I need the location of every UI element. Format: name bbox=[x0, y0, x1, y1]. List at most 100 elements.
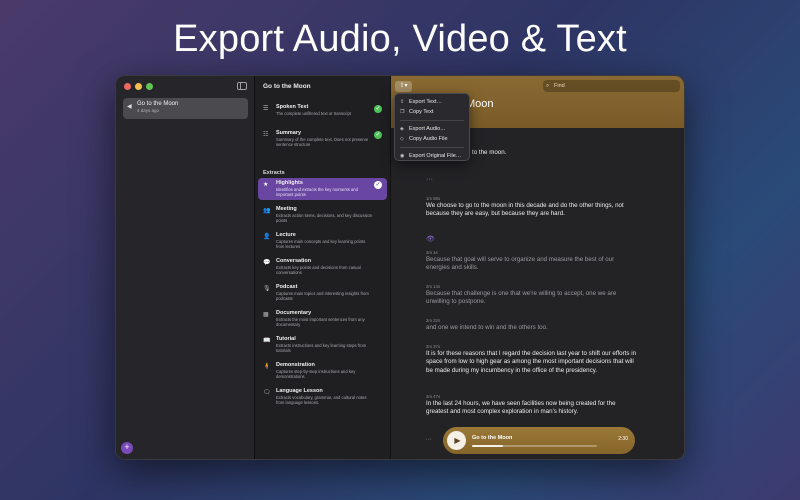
waveform-icon: ◀ bbox=[127, 104, 132, 110]
add-document-button[interactable]: + bbox=[121, 442, 133, 454]
find-placeholder: Find bbox=[554, 83, 565, 89]
microphone-icon: 🎙 bbox=[263, 286, 271, 292]
extract-name: Summary bbox=[276, 130, 302, 136]
extract-conversation[interactable]: 💬 Conversation Extracts key points and d… bbox=[258, 256, 387, 278]
zoom-window-button[interactable] bbox=[146, 83, 153, 90]
segment-text: It is for these reasons that I regard th… bbox=[426, 350, 637, 374]
waveform-icon: ◈ bbox=[400, 126, 404, 132]
people-icon: 👥 bbox=[263, 208, 271, 214]
extract-meeting[interactable]: 👥 Meeting Extracts action items, decisio… bbox=[258, 204, 387, 226]
window-controls bbox=[124, 83, 153, 90]
extract-documentary[interactable]: ▦ Documentary Extracts the most importan… bbox=[258, 308, 387, 330]
extract-lecture[interactable]: 👤 Lecture Captures main concepts and key… bbox=[258, 230, 387, 252]
menu-export-text[interactable]: ⇪ Export Text… bbox=[395, 97, 469, 107]
segment-timestamp: 1m 58s bbox=[426, 196, 441, 201]
segment-timestamp: 2m 22s bbox=[426, 318, 441, 323]
extracts-section-label: Extracts bbox=[263, 170, 285, 176]
extract-name: Meeting bbox=[276, 206, 297, 212]
find-input[interactable]: ⌕ Find bbox=[543, 80, 680, 92]
sidebar-toggle-icon[interactable] bbox=[237, 82, 247, 90]
documents-sidebar: ◀ Go to the Moon 4 days ago + bbox=[116, 76, 255, 459]
player-time: 2:30 bbox=[618, 436, 628, 442]
transcript-segment: 2m 14s Because that challenge is one tha… bbox=[426, 284, 638, 307]
segment-text: In the last 24 hours, we have seen facil… bbox=[426, 400, 616, 416]
extract-name: Conversation bbox=[276, 258, 312, 264]
minimize-window-button[interactable] bbox=[135, 83, 142, 90]
extract-demonstration[interactable]: 🧍 Demonstration Captures step-by-step in… bbox=[258, 360, 387, 382]
extract-highlights[interactable]: ★ Highlights Identifies and extracts the… bbox=[258, 178, 387, 200]
menu-label: Export Original File… bbox=[409, 153, 462, 159]
transcript-pane: ⇪▾ ⌕ Find Moon ⇪ Export Text… ❐ Copy Tex… bbox=[391, 76, 684, 459]
presenter-icon: 🧍 bbox=[263, 364, 271, 370]
extracts-panel: Go to the Moon ☰ Spoken Text The complet… bbox=[255, 76, 391, 459]
segment-timestamp: 2m 37s bbox=[426, 344, 441, 349]
extract-name: Podcast bbox=[276, 284, 298, 290]
transcript-segment: 2m 1s Because that goal will serve to or… bbox=[426, 250, 638, 273]
menu-label: Export Text… bbox=[409, 99, 442, 105]
extract-desc: Extracts key points and decisions from c… bbox=[276, 265, 361, 276]
extract-desc: Extracts instructions and key learning s… bbox=[276, 343, 367, 354]
extract-name: Spoken Text bbox=[276, 104, 309, 110]
segment-text: Because that goal will serve to organize… bbox=[426, 256, 615, 272]
segment-timestamp: 2m 1s bbox=[426, 250, 438, 255]
extract-desc: Captures step-by-step instructions and k… bbox=[276, 369, 356, 380]
extract-name: Demonstration bbox=[276, 362, 315, 368]
export-icon: ⇪ bbox=[400, 99, 405, 105]
menu-divider bbox=[400, 120, 464, 121]
extract-desc: Extracts action items, decisions, and ke… bbox=[276, 213, 373, 224]
more-ellipsis-icon[interactable]: ··· bbox=[426, 176, 433, 183]
extract-tutorial[interactable]: 📖 Tutorial Extracts instructions and key… bbox=[258, 334, 387, 356]
segment-timestamp: 2m 47s bbox=[426, 394, 441, 399]
segment-text: and one we intend to win and the others … bbox=[426, 324, 548, 331]
document-title: Go to the Moon bbox=[137, 101, 179, 107]
extract-name: Documentary bbox=[276, 310, 312, 316]
extract-desc: Captures main topics and interesting ins… bbox=[276, 291, 369, 302]
extract-name: Highlights bbox=[276, 180, 303, 186]
extract-language-lesson[interactable]: 🗨 Language Lesson Extracts vocabulary, g… bbox=[258, 386, 387, 408]
menu-label: Copy Text bbox=[409, 109, 434, 115]
checkmark-icon: ✓ bbox=[374, 131, 382, 139]
menu-export-audio[interactable]: ◈ Export Audio… bbox=[395, 124, 469, 134]
extract-podcast[interactable]: 🎙 Podcast Captures main topics and inter… bbox=[258, 282, 387, 304]
menu-export-original-file[interactable]: ◉ Export Original File… bbox=[395, 151, 469, 161]
transcript-segment: 2m 47s In the last 24 hours, we have see… bbox=[426, 394, 638, 417]
segment-timestamp: 2m 14s bbox=[426, 284, 441, 289]
checkmark-icon: ✓ bbox=[374, 105, 382, 113]
transcript-segment: 2m 22s and one we intend to win and the … bbox=[426, 318, 638, 332]
share-menu-button[interactable]: ⇪▾ bbox=[395, 81, 412, 92]
transcript-segment: 2m 37s It is for these reasons that I re… bbox=[426, 344, 638, 375]
eye-icon[interactable]: 👁 bbox=[426, 235, 435, 243]
audio-player: ▶ Go to the Moon 2:30 bbox=[443, 427, 635, 454]
menu-divider bbox=[400, 147, 464, 148]
lecturer-icon: 👤 bbox=[263, 234, 271, 240]
original-file-icon: ◉ bbox=[400, 153, 405, 159]
copy-icon: ❐ bbox=[400, 109, 405, 115]
transcript-text: to the moon. bbox=[472, 149, 507, 156]
summary-icon: ☷ bbox=[263, 132, 269, 138]
text-lines-icon: ☰ bbox=[263, 106, 269, 112]
checkmark-icon: ✓ bbox=[374, 181, 382, 189]
extract-desc: Captures main concepts and key learning … bbox=[276, 239, 366, 250]
menu-copy-audio-file[interactable]: ◇ Copy Audio File bbox=[395, 134, 469, 144]
export-menu: ⇪ Export Text… ❐ Copy Text ◈ Export Audi… bbox=[394, 93, 470, 161]
film-icon: ▦ bbox=[263, 312, 269, 318]
play-button[interactable]: ▶ bbox=[447, 431, 466, 450]
menu-label: Export Audio… bbox=[409, 126, 446, 132]
close-window-button[interactable] bbox=[124, 83, 131, 90]
playback-scrubber[interactable] bbox=[472, 445, 597, 447]
menu-copy-text[interactable]: ❐ Copy Text bbox=[395, 107, 469, 117]
book-icon: 📖 bbox=[263, 338, 271, 344]
extract-name: Language Lesson bbox=[276, 388, 323, 394]
app-window: ◀ Go to the Moon 4 days ago + Go to the … bbox=[115, 75, 685, 460]
extract-summary[interactable]: ☷ Summary Summary of the complete text. … bbox=[258, 128, 387, 150]
player-more-ellipsis-icon[interactable]: ··· bbox=[425, 436, 432, 443]
segment-text: Because that challenge is one that we're… bbox=[426, 290, 617, 306]
extract-desc: The complete unfiltered text or transcri… bbox=[276, 111, 351, 116]
search-icon: ⌕ bbox=[546, 83, 550, 89]
menu-label: Copy Audio File bbox=[409, 136, 448, 142]
extract-name: Tutorial bbox=[276, 336, 296, 342]
document-item-go-to-the-moon[interactable]: ◀ Go to the Moon 4 days ago bbox=[123, 98, 248, 119]
playback-progress-fill bbox=[472, 445, 504, 447]
extract-spoken-text[interactable]: ☰ Spoken Text The complete unfiltered te… bbox=[258, 102, 387, 118]
extract-name: Lecture bbox=[276, 232, 296, 238]
